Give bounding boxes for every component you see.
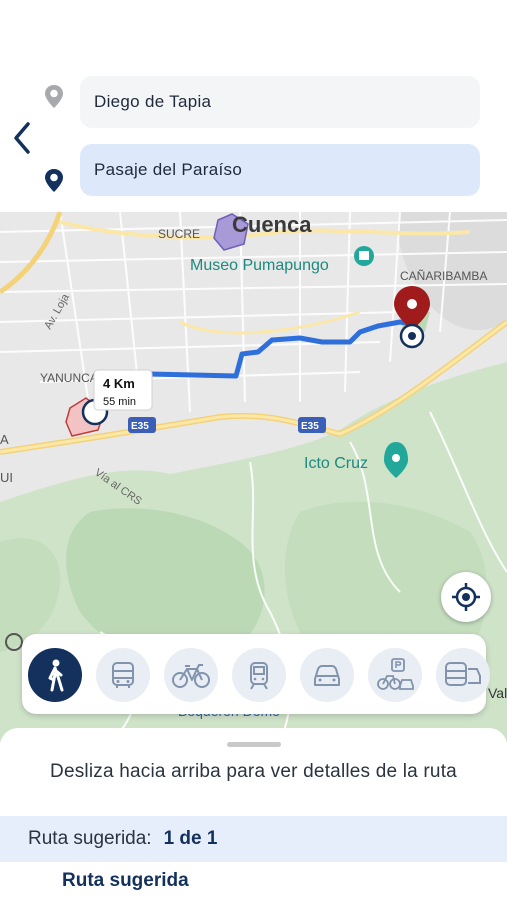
map-label-val: Val <box>488 685 507 701</box>
origin-pin-icon <box>44 84 64 110</box>
bus-icon <box>112 662 134 688</box>
route-search-header: Diego de Tapia Pasaje del Paraíso <box>0 0 507 212</box>
mode-bicycle-button[interactable] <box>164 648 218 702</box>
map-label-sucre: SUCRE <box>158 227 200 241</box>
suggested-route-count: 1 de 1 <box>163 828 218 849</box>
route-distance: 4 Km <box>103 376 135 391</box>
chevron-left-icon <box>14 122 30 154</box>
park-and-ride-icon <box>377 658 414 690</box>
destination-pin-icon <box>44 168 64 194</box>
suggested-route-bar: Ruta sugerida: 1 de 1 <box>0 816 507 862</box>
route-title: Ruta sugerida <box>62 870 189 891</box>
mode-bus-button[interactable] <box>96 648 150 702</box>
map-label-museo: Museo Pumapungo <box>190 257 329 274</box>
mode-park-ride-button[interactable] <box>368 648 422 702</box>
crosshair-icon <box>452 583 480 611</box>
map-label-a: A <box>0 432 9 447</box>
back-button[interactable] <box>8 118 38 158</box>
e35-label: E35 <box>301 421 319 432</box>
mode-tram-button[interactable] <box>232 648 286 702</box>
route-bottom-sheet[interactable]: Desliza hacia arriba para ver detalles d… <box>0 728 507 900</box>
suggested-route-label: Ruta sugerida: <box>28 828 152 849</box>
transport-mode-bar <box>22 634 490 714</box>
museum-marker-icon[interactable] <box>354 246 374 266</box>
map-label-city: Cuenca <box>232 212 312 237</box>
swipe-hint-text: Desliza hacia arriba para ver detalles d… <box>50 761 457 782</box>
map-label-canaribamba: CAÑARIBAMBA <box>400 269 487 283</box>
mode-taxi-bus-button[interactable] <box>436 648 490 702</box>
e35-label: E35 <box>131 421 149 432</box>
drag-handle[interactable] <box>227 742 281 747</box>
mode-walk-button[interactable] <box>28 648 82 702</box>
destination-field[interactable]: Pasaje del Paraíso <box>80 144 480 196</box>
mode-car-button[interactable] <box>300 648 354 702</box>
map-label-ui: UI <box>0 470 13 485</box>
route-duration: 55 min <box>103 396 136 408</box>
bicycle-icon <box>172 664 210 688</box>
my-location-button[interactable] <box>441 572 491 622</box>
bus-car-icon <box>445 662 481 686</box>
walk-icon <box>48 659 64 692</box>
tram-icon <box>250 662 268 690</box>
destination-field-value: Pasaje del Paraíso <box>94 160 243 179</box>
map-label-icto-cruz: Icto Cruz <box>304 455 368 472</box>
origin-field[interactable]: Diego de Tapia <box>80 76 480 128</box>
car-icon <box>314 665 340 686</box>
origin-field-value: Diego de Tapia <box>94 92 212 111</box>
